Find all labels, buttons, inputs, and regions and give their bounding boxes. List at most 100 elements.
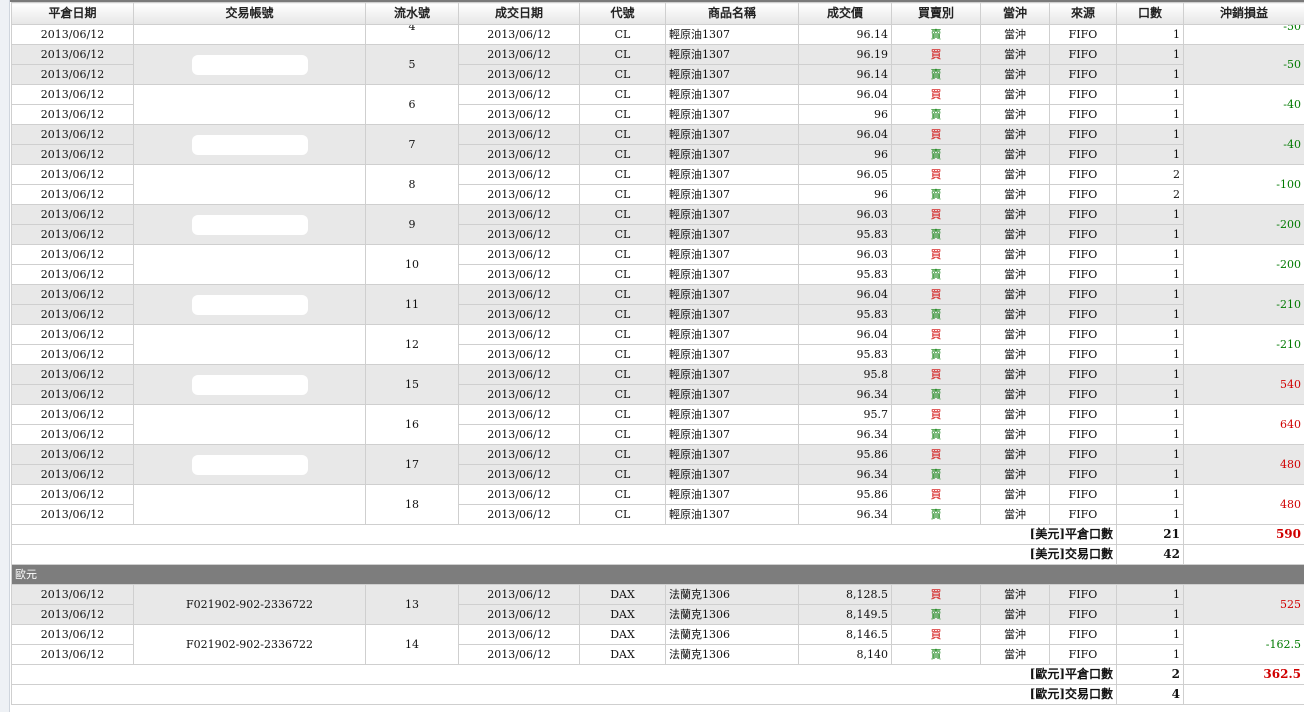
code-cell: CL xyxy=(579,284,666,305)
col-price[interactable]: 成交價 xyxy=(798,2,892,25)
daytrade-cell: 當沖 xyxy=(980,24,1050,45)
trade-date-cell: 2013/06/12 xyxy=(458,444,580,465)
table-row[interactable]: 2013/06/12 12 2013/06/12 CL 輕原油1307 96.04 買當沖 F… xyxy=(11,324,1304,365)
col-code[interactable]: 代號 xyxy=(579,2,666,25)
code-cell: CL xyxy=(579,324,666,345)
daytrade-cell: 當沖 xyxy=(980,384,1050,405)
col-serial[interactable]: 流水號 xyxy=(365,2,459,25)
product-cell: 輕原油1307 xyxy=(665,184,799,205)
source-cell: FIFO xyxy=(1049,364,1117,385)
table-row[interactable]: 2013/06/12 4 2013/06/12 CL 輕原油1307 96.14… xyxy=(11,24,1304,45)
table-row[interactable]: 2013/06/12 F021902-902-2336722 13 2013/06/1… xyxy=(11,584,1304,625)
currency-section-header[interactable]: 歐元 xyxy=(11,564,1304,585)
trade-date-cell: 2013/06/12 xyxy=(458,124,580,145)
close-date-cell: 2013/06/12 xyxy=(11,504,134,525)
account-cell xyxy=(133,244,366,285)
account-cell: F021902-902-2336722 xyxy=(133,584,366,625)
account-cell: F021902-902-2336722 xyxy=(133,624,366,665)
pnl-cell: -40 xyxy=(1183,124,1304,165)
table-row[interactable]: 2013/06/12 5 2013/06/12 CL 輕原油1307 96.19 買當沖 FI… xyxy=(11,44,1304,85)
trade-qty-label: [美元]交易口數 xyxy=(11,544,1117,565)
table-row[interactable]: 2013/06/12 16 2013/06/12 CL 輕原油1307 95.7 買當沖 FI… xyxy=(11,404,1304,445)
table-row[interactable]: 2013/06/12 8 2013/06/12 CL 輕原油1307 96.05 買當沖 FI… xyxy=(11,164,1304,205)
account-cell xyxy=(133,84,366,125)
qty-cell: 1 xyxy=(1116,644,1184,665)
table-row[interactable]: 2013/06/12 11 2013/06/12 CL 輕原油1307 96.04 買當沖 F… xyxy=(11,284,1304,325)
side-cell: 賣 xyxy=(891,64,981,85)
source-cell: FIFO xyxy=(1049,224,1117,245)
side-cell: 買 xyxy=(891,164,981,185)
price-cell: 96.05 xyxy=(798,164,892,185)
table-row[interactable]: 2013/06/12 7 2013/06/12 CL 輕原油1307 96.04 買當沖 FI… xyxy=(11,124,1304,165)
col-side[interactable]: 買賣別 xyxy=(891,2,981,25)
source-cell: FIFO xyxy=(1049,204,1117,225)
col-trade-date[interactable]: 成交日期 xyxy=(458,2,580,25)
pnl-cell: -200 xyxy=(1183,244,1304,285)
col-source[interactable]: 來源 xyxy=(1049,2,1117,25)
source-cell: FIFO xyxy=(1049,84,1117,105)
account-cell xyxy=(133,164,366,205)
col-daytrade[interactable]: 當沖 xyxy=(980,2,1050,25)
close-date-cell: 2013/06/12 xyxy=(11,104,134,125)
side-cell: 買 xyxy=(891,44,981,65)
product-cell: 法蘭克1306 xyxy=(665,604,799,625)
qty-cell: 1 xyxy=(1116,284,1184,305)
trade-date-cell: 2013/06/12 xyxy=(458,504,580,525)
trade-date-cell: 2013/06/12 xyxy=(458,364,580,385)
col-product[interactable]: 商品名稱 xyxy=(665,2,799,25)
serial-cell: 11 xyxy=(365,284,459,325)
col-account[interactable]: 交易帳號 xyxy=(133,2,366,25)
qty-cell: 1 xyxy=(1116,324,1184,345)
table-row[interactable]: 2013/06/12 10 2013/06/12 CL 輕原油1307 96.03 買當沖 F… xyxy=(11,244,1304,285)
serial-cell: 14 xyxy=(365,624,459,665)
product-cell: 輕原油1307 xyxy=(665,384,799,405)
source-cell: FIFO xyxy=(1049,324,1117,345)
qty-cell: 1 xyxy=(1116,244,1184,265)
col-pnl[interactable]: 沖銷損益 xyxy=(1183,2,1304,25)
table-row[interactable]: 2013/06/12 17 2013/06/12 CL 輕原油1307 95.86 買當沖 F… xyxy=(11,444,1304,485)
trade-date-cell: 2013/06/12 xyxy=(458,264,580,285)
code-cell: DAX xyxy=(579,584,666,605)
trade-date-cell: 2013/06/12 xyxy=(458,644,580,665)
code-cell: CL xyxy=(579,84,666,105)
account-cell xyxy=(133,204,366,245)
daytrade-cell: 當沖 xyxy=(980,204,1050,225)
price-cell: 95.83 xyxy=(798,344,892,365)
redacted-account xyxy=(191,214,308,235)
section-title: 歐元 xyxy=(11,564,1304,585)
table-row[interactable]: 2013/06/12 15 2013/06/12 CL 輕原油1307 95.8 買當沖 FI… xyxy=(11,364,1304,405)
qty-cell: 1 xyxy=(1116,104,1184,125)
pnl-cell: 480 xyxy=(1183,444,1304,485)
close-qty-value: 2 xyxy=(1116,664,1184,685)
col-close-date[interactable]: 平倉日期 xyxy=(11,2,134,25)
daytrade-cell: 當沖 xyxy=(980,184,1050,205)
table-row[interactable]: 2013/06/12 6 2013/06/12 CL 輕原油1307 96.04 買當沖 FI… xyxy=(11,84,1304,125)
table-row[interactable]: 2013/06/12 F021902-902-2336722 14 2013/06/1… xyxy=(11,624,1304,665)
side-cell: 買 xyxy=(891,484,981,505)
account-cell xyxy=(133,44,366,85)
price-cell: 8,146.5 xyxy=(798,624,892,645)
serial-cell: 10 xyxy=(365,244,459,285)
side-cell: 賣 xyxy=(891,384,981,405)
close-date-cell: 2013/06/12 xyxy=(11,84,134,105)
source-cell: FIFO xyxy=(1049,304,1117,325)
code-cell: CL xyxy=(579,164,666,185)
table-row[interactable]: 2013/06/12 9 2013/06/12 CL 輕原油1307 96.03 買當沖 FI… xyxy=(11,204,1304,245)
source-cell: FIFO xyxy=(1049,104,1117,125)
code-cell: DAX xyxy=(579,644,666,665)
product-cell: 輕原油1307 xyxy=(665,304,799,325)
source-cell: FIFO xyxy=(1049,344,1117,365)
summary-row: [歐元]平倉口數 2 362.5 xyxy=(11,664,1304,685)
side-cell: 買 xyxy=(891,444,981,465)
col-qty[interactable]: 口數 xyxy=(1116,2,1184,25)
price-cell: 96.14 xyxy=(798,64,892,85)
product-cell: 輕原油1307 xyxy=(665,284,799,305)
qty-cell: 2 xyxy=(1116,184,1184,205)
table-row[interactable]: 2013/06/12 18 2013/06/12 CL 輕原油1307 95.86 買當沖 F… xyxy=(11,484,1304,525)
price-cell: 96.34 xyxy=(798,464,892,485)
close-date-cell: 2013/06/12 xyxy=(11,324,134,345)
product-cell: 輕原油1307 xyxy=(665,364,799,385)
empty-cell xyxy=(1183,684,1304,705)
source-cell: FIFO xyxy=(1049,404,1117,425)
close-date-cell: 2013/06/12 xyxy=(11,44,134,65)
